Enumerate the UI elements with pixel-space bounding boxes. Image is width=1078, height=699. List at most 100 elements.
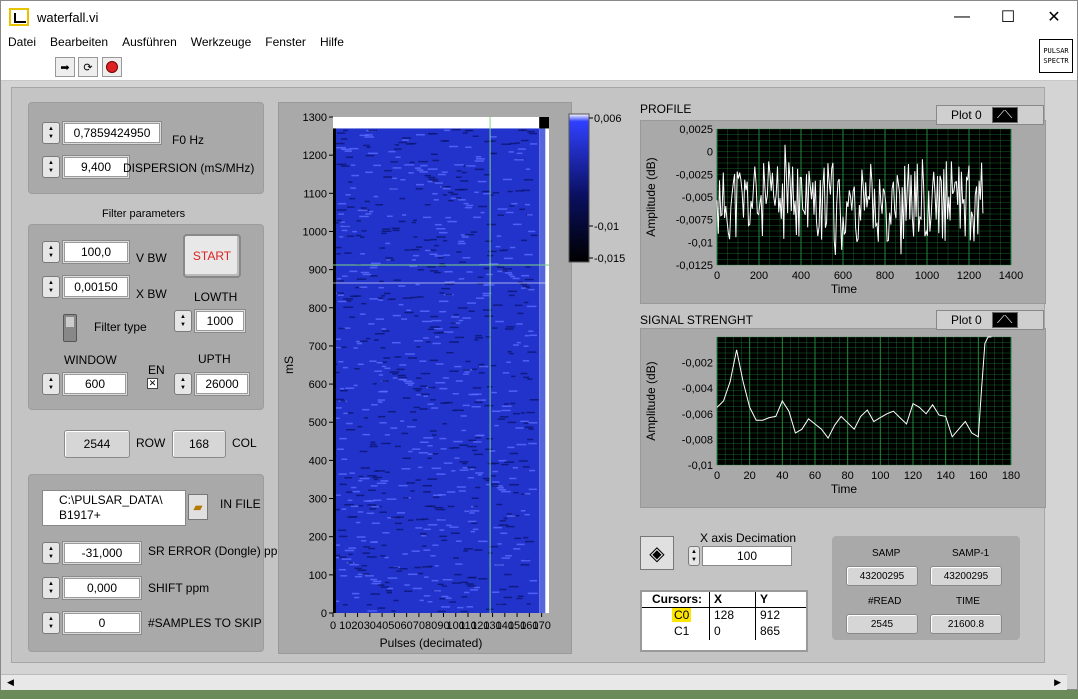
waterfall-pixel [457,606,464,609]
spin-arrows-icon[interactable]: ▲ ▼ [42,373,60,395]
spin-arrows-icon[interactable]: ▲ ▼ [42,612,60,634]
horizontal-scrollbar[interactable]: ◀ ▶ [1,674,1067,690]
waterfall-pixel [439,535,447,538]
vbw-control[interactable]: ▲ ▼ 100,0 [42,240,130,264]
menu-fenster[interactable]: Fenster [258,33,313,53]
browse-folder-icon[interactable]: ▰ [188,494,208,520]
signal-legend-label: Plot 0 [951,313,982,327]
waterfall-pixel [483,284,488,286]
spin-arrows-icon[interactable]: ▲ ▼ [174,310,192,332]
waterfall-pixel [339,387,345,390]
skip-field[interactable]: 0 [64,613,140,633]
cursor-row[interactable]: C0 128 912 [642,608,806,624]
waterfall-pixel [507,290,517,293]
spin-arrows-icon[interactable]: ▲ ▼ [42,542,60,564]
profile-legend[interactable]: Plot 0 ⟋⟍ [936,105,1044,125]
xbw-control[interactable]: ▲ ▼ 0,00150 [42,275,130,299]
lowth-control[interactable]: ▲ ▼ 1000 [174,309,246,333]
waterfall-ytick-label: 200 [309,532,327,544]
cursor-row[interactable]: C1 0 865 [642,624,806,640]
cursor-legend[interactable]: Cursors: X Y C0 128 912 C1 0 865 [640,590,808,652]
spin-arrows-icon[interactable]: ▲ ▼ [42,577,60,599]
close-button[interactable]: ✕ [1031,1,1077,33]
filter-type-switch[interactable] [63,314,77,342]
waterfall-pixel [412,254,420,257]
run-arrow-icon[interactable]: ➡ [55,57,75,77]
waterfall-svg[interactable]: 0100200300400500600700800900100011001200… [279,103,573,655]
dispersion-field[interactable]: 9,400 [64,157,128,177]
xdec-control[interactable]: ▲ ▼ 100 [688,546,792,566]
spin-arrows-icon[interactable]: ▲ ▼ [42,122,60,144]
waterfall-pixel [376,470,385,472]
waterfall-pixel [387,410,397,413]
waterfall-pixel [363,144,370,147]
spin-arrows-icon[interactable]: ▲ ▼ [174,373,192,395]
abort-stop-icon[interactable] [102,57,122,77]
waterfall-pixel [373,499,382,502]
signal-legend[interactable]: Plot 0 ⟋⟍ [936,310,1044,330]
signal-svg[interactable]: 0 20 40 60 80 100 120 140 160 180 -0,002 -0,004 -0,0… [641,329,1047,509]
waterfall-ytick-label: 1200 [303,150,327,162]
cursor-c0-name: C0 [672,608,692,622]
menu-bearbeiten[interactable]: Bearbeiten [43,33,115,53]
waterfall-pixel [357,511,364,513]
waterfall-pixel [527,305,537,308]
menu-werkzeuge[interactable]: Werkzeuge [184,33,258,53]
sr-error-field[interactable]: -31,000 [64,543,140,563]
menu-hilfe[interactable]: Hilfe [313,33,351,53]
shift-field[interactable]: 0,000 [64,578,140,598]
waterfall-pixel [502,268,513,270]
waterfall-pixel [445,597,452,599]
waterfall-pixel [461,236,469,238]
shift-control[interactable]: ▲ ▼ 0,000 [42,576,142,600]
skip-control[interactable]: ▲ ▼ 0 [42,611,142,635]
waterfall-pixel [527,438,534,441]
waterfall-pixel [509,246,516,249]
window-field[interactable]: 600 [64,374,126,394]
start-button[interactable]: START [183,234,241,278]
f0-control[interactable]: ▲ ▼ 0,7859424950 [42,121,162,145]
waterfall-pixel [363,417,369,419]
maximize-button[interactable]: ☐ [985,1,1031,33]
scroll-right-icon[interactable]: ▶ [1054,677,1061,688]
en-checkbox[interactable]: ✕ [147,378,158,389]
upth-control[interactable]: ▲ ▼ 26000 [174,372,250,396]
waterfall-pixel [500,532,508,535]
vbw-label: V BW [136,251,167,265]
spin-arrows-icon[interactable]: ▲ ▼ [688,546,700,566]
f0-field[interactable]: 0,7859424950 [64,123,160,143]
xbw-field[interactable]: 0,00150 [64,277,128,297]
minimize-button[interactable]: — [939,1,985,33]
run-continuously-icon[interactable]: ⟳ [78,57,98,77]
vbw-field[interactable]: 100,0 [64,242,128,262]
signal-title: SIGNAL STRENGHT [640,313,753,327]
spin-arrows-icon[interactable]: ▲ ▼ [42,276,60,298]
waterfall-pixel [490,483,499,485]
menu-ausfuehren[interactable]: Ausführen [115,33,184,53]
in-file-path[interactable]: C:\PULSAR_DATA\ B1917+ [42,490,186,526]
xdec-field[interactable]: 100 [702,546,792,566]
waterfall-pixel [403,497,409,499]
profile-svg[interactable]: 0 200 400 600 800 1000 1200 1400 0,0025 0 -0,0025 -… [641,121,1047,305]
ytick-label: -0,01 [688,237,713,249]
waterfall-pixel [403,380,413,383]
waterfall-pixel [454,365,462,368]
waterfall-pixel [447,220,457,223]
menu-datei[interactable]: Datei [1,33,43,53]
waterfall-pixel [427,478,438,480]
sr-error-control[interactable]: ▲ ▼ -31,000 [42,541,142,565]
window-control[interactable]: ▲ ▼ 600 [42,372,128,396]
waterfall-pixel [353,384,358,387]
graph-palette-icon[interactable]: ◈ [640,536,674,570]
spin-arrows-icon[interactable]: ▲ ▼ [42,156,60,178]
xtick-label: 0 [714,470,720,482]
dispersion-control[interactable]: ▲ ▼ 9,400 [42,155,130,179]
waterfall-pixel [510,275,516,278]
lowth-field[interactable]: 1000 [196,311,244,331]
waterfall-pixel [360,253,365,255]
waterfall-pixel [475,158,485,160]
upth-field[interactable]: 26000 [196,374,248,394]
scroll-left-icon[interactable]: ◀ [7,677,14,688]
spin-arrows-icon[interactable]: ▲ ▼ [42,241,60,263]
waterfall-pixel [404,590,413,593]
